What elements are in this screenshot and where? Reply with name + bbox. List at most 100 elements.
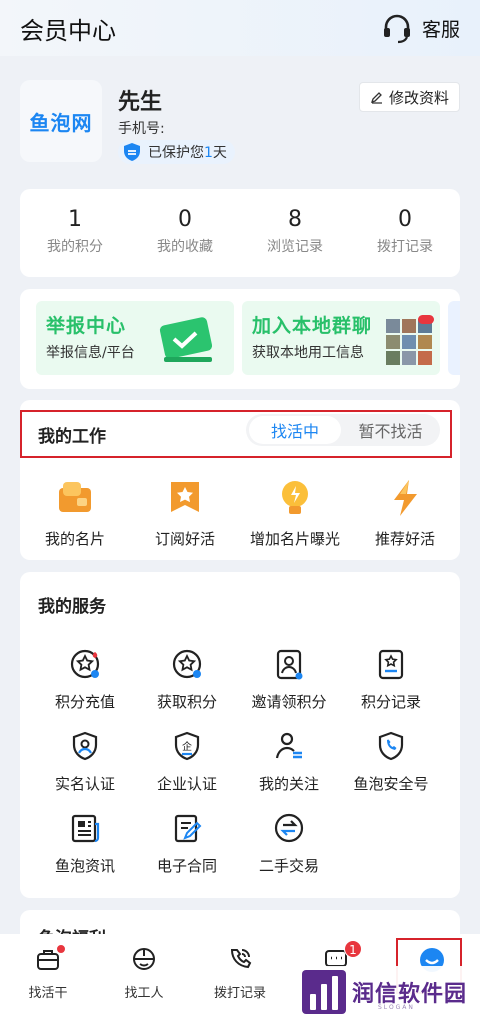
edit-profile-label: 修改资料 <box>388 88 449 107</box>
phone-call-icon <box>230 949 252 969</box>
stat-label: 我的收藏 <box>157 239 213 255</box>
item-label: 邀请领积分 <box>251 693 327 711</box>
subscribe-jobs-item[interactable]: 订阅好活 <box>130 478 240 549</box>
boost-card-exposure-item[interactable]: 增加名片曝光 <box>240 478 350 549</box>
lightning-icon <box>394 480 417 516</box>
points-history-item[interactable]: 积分记录 <box>340 648 442 730</box>
tab-find-workers[interactable]: 找工人 <box>96 934 192 1017</box>
watermark: 润信软件园 SLOGAN <box>298 966 480 1017</box>
points-recharge-icon <box>70 649 100 679</box>
points-star-icon <box>172 649 202 679</box>
avatar[interactable]: 鱼泡网 <box>20 80 102 162</box>
notification-dot <box>56 944 66 954</box>
page-title: 会员中心 <box>20 16 116 45</box>
item-label: 增加名片曝光 <box>249 530 340 548</box>
status-seeking-option[interactable]: 找活中 <box>249 416 341 444</box>
page-header: 会员中心 客服 <box>0 0 480 56</box>
item-label: 我的名片 <box>44 530 105 548</box>
headset-icon <box>383 14 410 44</box>
customer-service-button[interactable]: 客服 <box>380 11 460 45</box>
exchange-icon <box>274 813 304 843</box>
tab-label: 拨打记录 <box>213 986 266 1001</box>
tab-find-work[interactable]: 找活干 <box>0 934 96 1017</box>
item-label: 我的关注 <box>258 775 319 793</box>
ribbon-star-icon <box>171 482 199 512</box>
e-contract-item[interactable]: 电子合同 <box>136 812 238 894</box>
newspaper-icon <box>71 814 100 843</box>
stat-favorites[interactable]: 0 我的收藏 <box>130 189 240 277</box>
stat-call-history[interactable]: 0 拨打记录 <box>350 189 460 277</box>
status-paused-option[interactable]: 暂不找活 <box>341 418 440 442</box>
item-label: 企业认证 <box>156 775 217 793</box>
lightbulb-icon <box>282 481 308 514</box>
stat-label: 浏览记录 <box>267 239 323 255</box>
item-label: 实名认证 <box>54 775 115 793</box>
second-hand-trade-item[interactable]: 二手交易 <box>238 812 340 894</box>
user-name: 先生 <box>118 90 163 115</box>
stat-value: 0 <box>178 207 192 232</box>
item-label: 鱼泡安全号 <box>353 775 429 793</box>
join-group-banner[interactable]: 加入本地群聊 获取本地用工信息 <box>242 301 440 375</box>
my-services-card: 我的服务 积分充值 获取积分 邀请领积分 积分记录 实名认证 企企业认证 我的关… <box>20 572 460 898</box>
item-label: 积分记录 <box>360 693 421 711</box>
points-record-icon <box>378 649 404 680</box>
stat-value: 0 <box>398 207 412 232</box>
recharge-points-item[interactable]: 积分充值 <box>34 648 136 730</box>
watermark-text: 润信软件园 <box>352 981 468 1007</box>
pencil-icon <box>370 92 382 104</box>
item-label: 推荐好活 <box>374 530 435 548</box>
my-follows-item[interactable]: 我的关注 <box>238 730 340 812</box>
report-center-banner[interactable]: 举报中心 举报信息/平台 <box>36 301 234 375</box>
banner-carousel: 举报中心 举报信息/平台 加入本地群聊 获取本地用工信息 <box>20 289 460 389</box>
stat-browse-history[interactable]: 8 浏览记录 <box>240 189 350 277</box>
follow-user-icon <box>275 732 302 759</box>
id-shield-icon <box>72 731 98 761</box>
tab-label: 找活干 <box>28 986 68 1001</box>
profile-section: 鱼泡网 先生 手机号: 已保护您1天 修改资料 <box>20 80 460 170</box>
hardhat-icon <box>133 948 155 970</box>
item-label: 订阅好活 <box>154 530 215 548</box>
svg-text:企: 企 <box>182 740 192 753</box>
my-work-card: 我的工作 找活中 暂不找活 我的名片 订阅好活 增加名片曝光 推荐好活 <box>20 400 460 560</box>
my-work-title: 我的工作 <box>38 427 106 447</box>
my-card-item[interactable]: 我的名片 <box>20 478 130 549</box>
invite-user-icon <box>276 649 303 680</box>
earn-points-item[interactable]: 获取积分 <box>136 648 238 730</box>
news-item[interactable]: 鱼泡资讯 <box>34 812 136 894</box>
watermark-slogan: SLOGAN <box>378 1004 415 1011</box>
stat-label: 拨打记录 <box>377 239 433 255</box>
stat-value: 8 <box>288 207 302 232</box>
watermark-logo <box>302 969 346 1014</box>
phone-shield-icon <box>378 731 404 761</box>
message-badge: 1 <box>344 940 362 958</box>
stat-points[interactable]: 1 我的积分 <box>20 189 130 277</box>
enterprise-shield-icon: 企 <box>174 731 200 761</box>
my-services-title: 我的服务 <box>38 597 106 617</box>
stat-value: 1 <box>68 207 82 232</box>
protection-badge[interactable]: 已保护您1天 <box>118 140 235 164</box>
banner-peek[interactable] <box>448 301 460 375</box>
invite-points-item[interactable]: 邀请领积分 <box>238 648 340 730</box>
item-label: 二手交易 <box>258 857 319 875</box>
recommended-jobs-item[interactable]: 推荐好活 <box>350 478 460 549</box>
item-label: 获取积分 <box>156 693 217 711</box>
shield-icon <box>124 143 140 161</box>
phone-label: 手机号: <box>118 121 165 137</box>
item-label: 电子合同 <box>156 857 217 875</box>
work-status-toggle[interactable]: 找活中 暂不找活 <box>246 414 440 446</box>
protection-text: 已保护您1天 <box>148 145 227 161</box>
safe-number-item[interactable]: 鱼泡安全号 <box>340 730 442 812</box>
real-name-auth-item[interactable]: 实名认证 <box>34 730 136 812</box>
tab-label: 找工人 <box>124 986 164 1001</box>
edit-profile-button[interactable]: 修改资料 <box>358 82 460 112</box>
stat-label: 我的积分 <box>47 239 103 255</box>
item-label: 鱼泡资讯 <box>54 857 115 875</box>
item-label: 积分充值 <box>54 693 115 711</box>
contract-pen-icon <box>174 814 202 843</box>
enterprise-auth-item[interactable]: 企企业认证 <box>136 730 238 812</box>
tab-call-records[interactable]: 拨打记录 <box>192 934 288 1017</box>
avatar-logo-text: 鱼泡网 <box>29 110 93 135</box>
group-photos-icon <box>386 315 434 365</box>
customer-service-label: 客服 <box>421 18 460 41</box>
check-card-icon <box>159 317 213 362</box>
